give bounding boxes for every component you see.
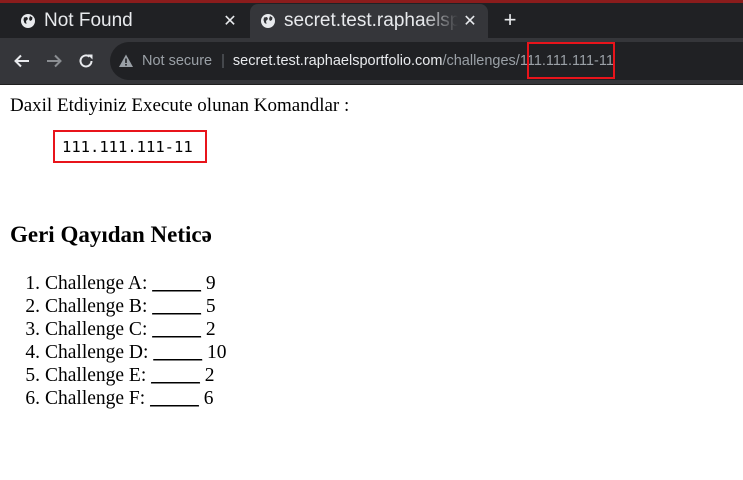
- security-label[interactable]: Not secure: [142, 53, 212, 69]
- list-item: 6. Challenge F: _____ 6: [10, 387, 226, 410]
- list-item: 2. Challenge B: _____ 5: [10, 295, 226, 318]
- globe-icon: [21, 14, 35, 28]
- command-label: Daxil Etdiyiniz Execute olunan Komandlar…: [10, 95, 350, 116]
- back-button[interactable]: [11, 50, 33, 72]
- item-label: Challenge D:: [45, 342, 149, 363]
- item-number: 1.: [25, 273, 40, 294]
- close-tab-icon[interactable]: ✕: [218, 11, 242, 31]
- item-value: 2: [204, 365, 215, 386]
- warning-icon: [119, 54, 133, 67]
- item-value: 5: [205, 296, 216, 317]
- item-label: Challenge E:: [45, 365, 147, 386]
- item-blank: _____: [152, 296, 201, 317]
- tab-title: Not Found: [44, 10, 133, 31]
- url-separator: |: [221, 53, 225, 69]
- item-number: 2.: [25, 296, 40, 317]
- item-label: Challenge B:: [45, 296, 148, 317]
- url-highlight-box: [527, 42, 615, 79]
- tab-title: secret.test.raphaelsportfolio.com/challe…: [284, 10, 458, 31]
- item-blank: _____: [152, 273, 201, 294]
- list-item: 5. Challenge E: _____ 2: [10, 364, 226, 387]
- list-item: 1. Challenge A: _____ 9: [10, 272, 226, 295]
- item-label: Challenge C:: [45, 319, 148, 340]
- item-label: Challenge F:: [45, 388, 146, 409]
- browser-toolbar: Not secure | secret.test.raphaelsportfol…: [0, 38, 743, 85]
- list-item: 3. Challenge C: _____ 2: [10, 318, 226, 341]
- item-number: 6.: [25, 388, 40, 409]
- item-blank: _____: [150, 388, 199, 409]
- item-blank: _____: [153, 342, 203, 363]
- url-path: /challenges/: [442, 53, 520, 69]
- tab-strip: Not Found ✕ secret.test.raphaelsportfoli…: [0, 0, 743, 38]
- reload-button[interactable]: [75, 50, 97, 72]
- item-value: 10: [206, 342, 227, 363]
- tab-secret-challenges[interactable]: secret.test.raphaelsportfolio.com/challe…: [250, 4, 488, 38]
- globe-icon: [261, 14, 275, 28]
- url-host: secret.test.raphaelsportfolio.com: [232, 53, 443, 69]
- item-blank: _____: [151, 365, 200, 386]
- close-tab-icon[interactable]: ✕: [458, 11, 482, 31]
- arrow-right-icon: [47, 54, 62, 68]
- arrow-left-icon: [14, 54, 29, 68]
- item-label: Challenge A:: [45, 273, 148, 294]
- item-blank: _____: [152, 319, 201, 340]
- tab-not-found[interactable]: Not Found ✕: [0, 4, 248, 38]
- item-value: 6: [203, 388, 214, 409]
- item-value: 9: [205, 273, 216, 294]
- results-list: 1. Challenge A: _____ 9 2. Challenge B: __…: [10, 272, 226, 410]
- reload-icon: [79, 54, 93, 68]
- item-number: 4.: [25, 342, 40, 363]
- forward-button[interactable]: [43, 50, 65, 72]
- list-item: 4. Challenge D: _____ 10: [10, 341, 226, 364]
- item-number: 5.: [25, 365, 40, 386]
- new-tab-button[interactable]: +: [497, 7, 523, 33]
- command-value: 111.111.111-11: [62, 137, 193, 156]
- item-value: 2: [205, 319, 216, 340]
- item-number: 3.: [25, 319, 40, 340]
- command-value-highlight: 111.111.111-11: [53, 130, 207, 163]
- results-heading: Geri Qayıdan Neticə: [10, 222, 212, 247]
- address-bar[interactable]: Not secure | secret.test.raphaelsportfol…: [110, 42, 743, 80]
- tab-strip-accent: [0, 0, 743, 3]
